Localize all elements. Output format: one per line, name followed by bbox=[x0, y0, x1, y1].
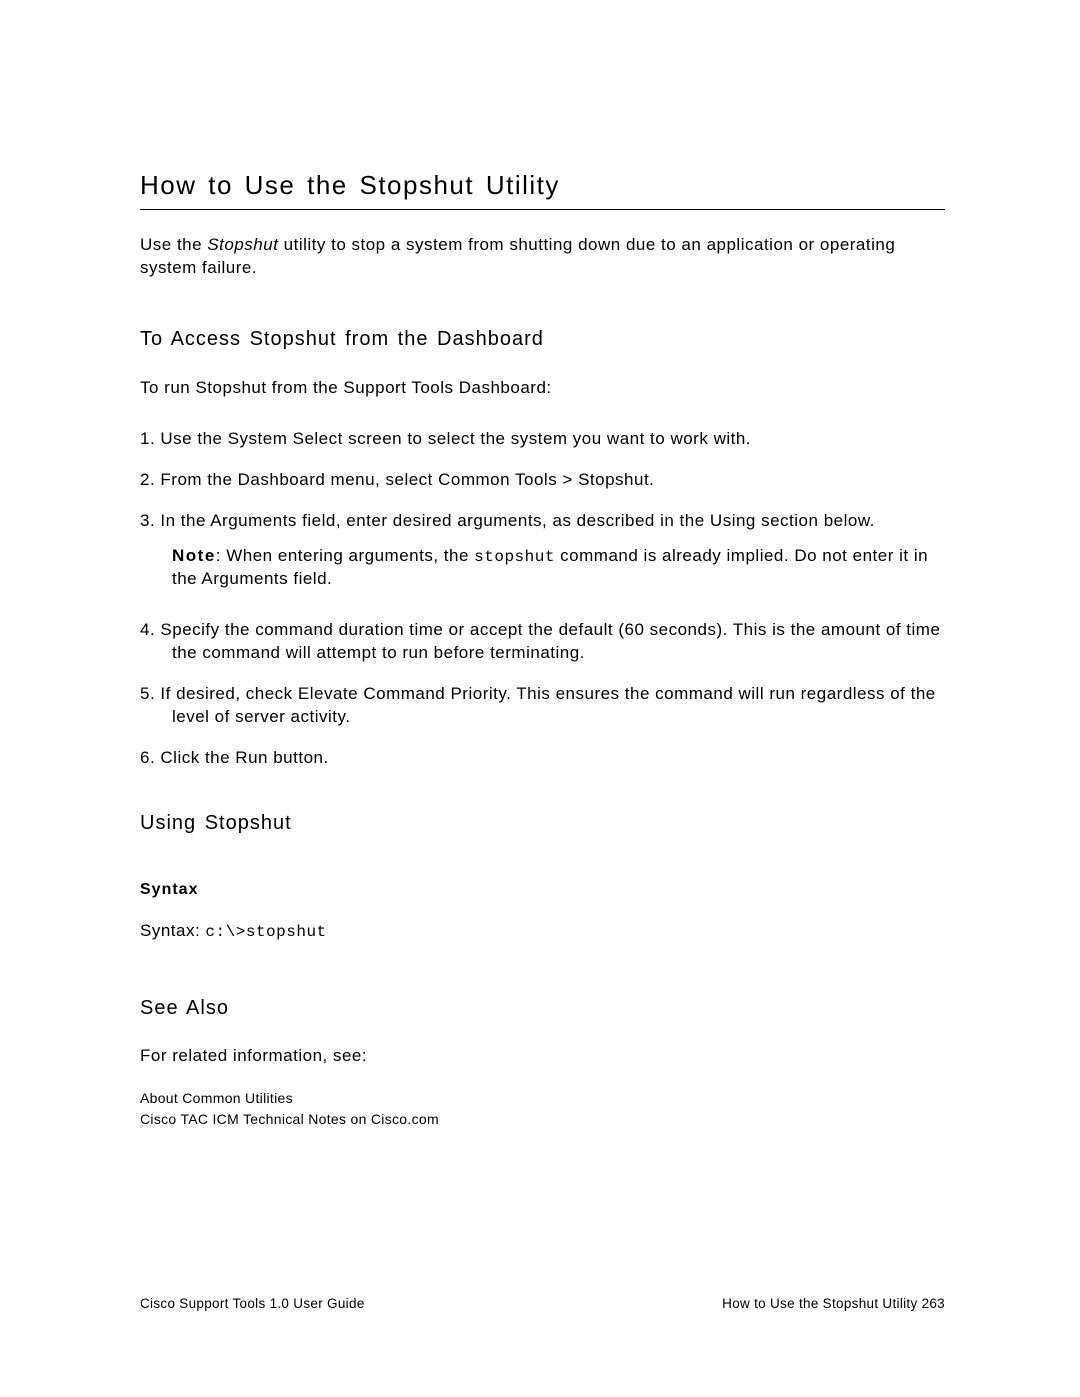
section-access-heading: To Access Stopshut from the Dashboard bbox=[140, 328, 945, 351]
syntax-subheading: Syntax bbox=[140, 881, 945, 899]
syntax-line: Syntax: c:\>stopshut bbox=[140, 921, 945, 941]
page-footer: Cisco Support Tools 1.0 User Guide How t… bbox=[0, 1296, 1080, 1311]
related-link-2: Cisco TAC ICM Technical Notes on Cisco.c… bbox=[140, 1109, 945, 1130]
section-using-heading: Using Stopshut bbox=[140, 812, 945, 835]
note-mono: stopshut bbox=[474, 548, 555, 566]
step-3: 3. In the Arguments field, enter desired… bbox=[140, 510, 945, 533]
syntax-label: Syntax: bbox=[140, 921, 205, 940]
seealso-text: For related information, see: bbox=[140, 1046, 945, 1066]
steps-list: 1. Use the System Select screen to selec… bbox=[140, 428, 945, 770]
page-title: How to Use the Stopshut Utility bbox=[140, 170, 945, 210]
section-seealso-heading: See Also bbox=[140, 997, 945, 1020]
step-2: 2. From the Dashboard menu, select Commo… bbox=[140, 469, 945, 492]
footer-left: Cisco Support Tools 1.0 User Guide bbox=[140, 1296, 365, 1311]
step-6: 6. Click the Run button. bbox=[140, 747, 945, 770]
step-5: 5. If desired, check Elevate Command Pri… bbox=[140, 683, 945, 729]
note-pre: : When entering arguments, the bbox=[216, 546, 474, 565]
intro-italic: Stopshut bbox=[207, 235, 278, 254]
step-4: 4. Specify the command duration time or … bbox=[140, 619, 945, 665]
intro-pre: Use the bbox=[140, 235, 207, 254]
step-1: 1. Use the System Select screen to selec… bbox=[140, 428, 945, 451]
step-3-note: Note: When entering arguments, the stops… bbox=[140, 545, 945, 592]
footer-right: How to Use the Stopshut Utility 263 bbox=[722, 1296, 945, 1311]
intro-paragraph: Use the Stopshut utility to stop a syste… bbox=[140, 234, 945, 280]
related-links: About Common Utilities Cisco TAC ICM Tec… bbox=[140, 1088, 945, 1130]
syntax-code: c:\>stopshut bbox=[205, 923, 326, 941]
page-content: How to Use the Stopshut Utility Use the … bbox=[0, 0, 1080, 1130]
note-label: Note bbox=[172, 546, 216, 565]
related-link-1: About Common Utilities bbox=[140, 1088, 945, 1109]
section-access-text: To run Stopshut from the Support Tools D… bbox=[140, 377, 945, 400]
